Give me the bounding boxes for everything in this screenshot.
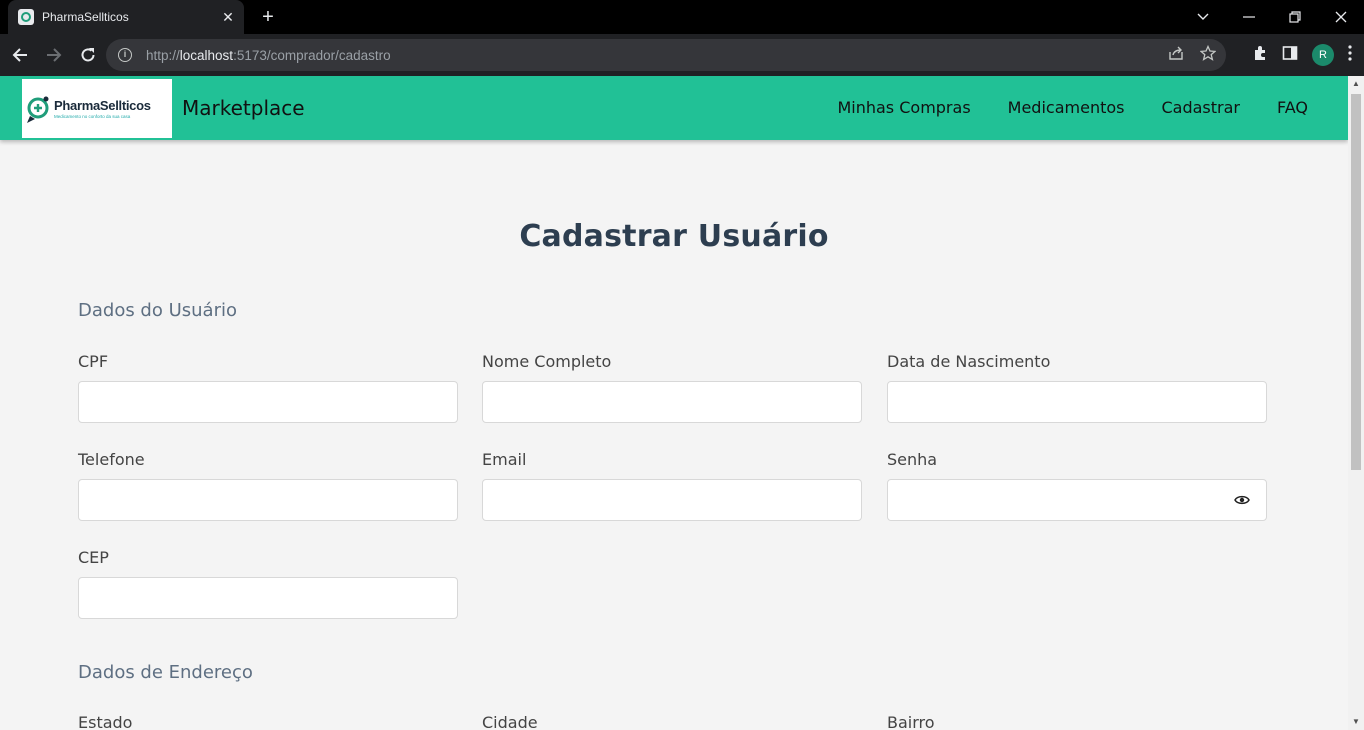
- share-icon[interactable]: [1168, 45, 1184, 65]
- email-label: Email: [482, 450, 527, 469]
- logo-name: PharmaSellticos: [54, 98, 151, 113]
- scroll-thumb[interactable]: [1351, 94, 1361, 470]
- nascimento-input[interactable]: [887, 381, 1267, 423]
- window-controls: [1180, 0, 1364, 34]
- back-icon[interactable]: [4, 39, 36, 71]
- logo-icon: [26, 94, 52, 124]
- tab-close-icon[interactable]: ✕: [220, 9, 236, 26]
- email-input[interactable]: [482, 479, 862, 521]
- new-tab-button[interactable]: +: [256, 6, 280, 28]
- eye-icon[interactable]: [1233, 491, 1251, 509]
- cpf-input[interactable]: [78, 381, 458, 423]
- nome-input[interactable]: [482, 381, 862, 423]
- telefone-input[interactable]: [78, 479, 458, 521]
- nav-links: Minhas Compras Medicamentos Cadastrar FA…: [837, 98, 1308, 117]
- nome-label: Nome Completo: [482, 352, 612, 371]
- nav-link-minhas-compras[interactable]: Minhas Compras: [837, 98, 970, 117]
- close-window-icon[interactable]: [1318, 0, 1364, 34]
- side-panel-icon[interactable]: [1282, 45, 1298, 65]
- scroll-up-arrow-icon[interactable]: ▲: [1348, 76, 1364, 92]
- favicon-icon: [18, 9, 34, 25]
- scroll-down-arrow-icon[interactable]: ▼: [1348, 714, 1364, 730]
- tab-search-icon[interactable]: [1180, 0, 1226, 34]
- cep-label: CEP: [78, 548, 109, 567]
- restore-icon[interactable]: [1272, 0, 1318, 34]
- telefone-label: Telefone: [78, 450, 145, 469]
- address-bar[interactable]: i http://localhost:5173/comprador/cadast…: [106, 39, 1226, 71]
- minimize-icon[interactable]: [1226, 0, 1272, 34]
- toolbar-actions: R: [1252, 34, 1352, 76]
- forward-icon[interactable]: [38, 39, 70, 71]
- bookmark-star-icon[interactable]: [1199, 44, 1217, 65]
- omnibox-actions: [1168, 39, 1217, 71]
- estado-label: Estado: [78, 713, 133, 730]
- cep-input[interactable]: [78, 577, 458, 619]
- site-navbar: PharmaSellticos Medicamento no conforto …: [0, 76, 1348, 140]
- bairro-label: Bairro: [887, 713, 935, 730]
- site-info-icon[interactable]: i: [118, 48, 132, 62]
- cpf-label: CPF: [78, 352, 109, 371]
- profile-avatar[interactable]: R: [1312, 44, 1334, 66]
- logo-tagline: Medicamento no conforto da sua casa: [54, 114, 131, 119]
- section-title-user: Dados do Usuário: [78, 300, 237, 321]
- page-title: Cadastrar Usuário: [519, 219, 829, 254]
- url-text: http://localhost:5173/comprador/cadastro: [146, 47, 391, 63]
- senha-label: Senha: [887, 450, 938, 469]
- site-logo[interactable]: PharmaSellticos Medicamento no conforto …: [22, 79, 172, 138]
- nav-link-medicamentos[interactable]: Medicamentos: [1008, 98, 1125, 117]
- brand-title[interactable]: Marketplace: [182, 96, 305, 120]
- nav-link-faq[interactable]: FAQ: [1277, 98, 1308, 117]
- kebab-menu-icon[interactable]: [1348, 45, 1352, 65]
- cidade-label: Cidade: [482, 713, 538, 730]
- page-viewport: PharmaSellticos Medicamento no conforto …: [0, 76, 1348, 730]
- browser-tabbar: PharmaSellticos ✕ +: [0, 0, 1364, 34]
- reload-icon[interactable]: [72, 39, 104, 71]
- section-title-address: Dados de Endereço: [78, 662, 253, 683]
- nav-link-cadastrar[interactable]: Cadastrar: [1161, 98, 1240, 117]
- page-scrollbar[interactable]: ▲ ▼: [1348, 76, 1364, 730]
- tab-title: PharmaSellticos: [42, 10, 129, 24]
- browser-toolbar: i http://localhost:5173/comprador/cadast…: [0, 34, 1364, 76]
- senha-input[interactable]: [887, 479, 1267, 521]
- nascimento-label: Data de Nascimento: [887, 352, 1051, 371]
- browser-tab[interactable]: PharmaSellticos ✕: [8, 0, 244, 34]
- extensions-icon[interactable]: [1252, 45, 1268, 65]
